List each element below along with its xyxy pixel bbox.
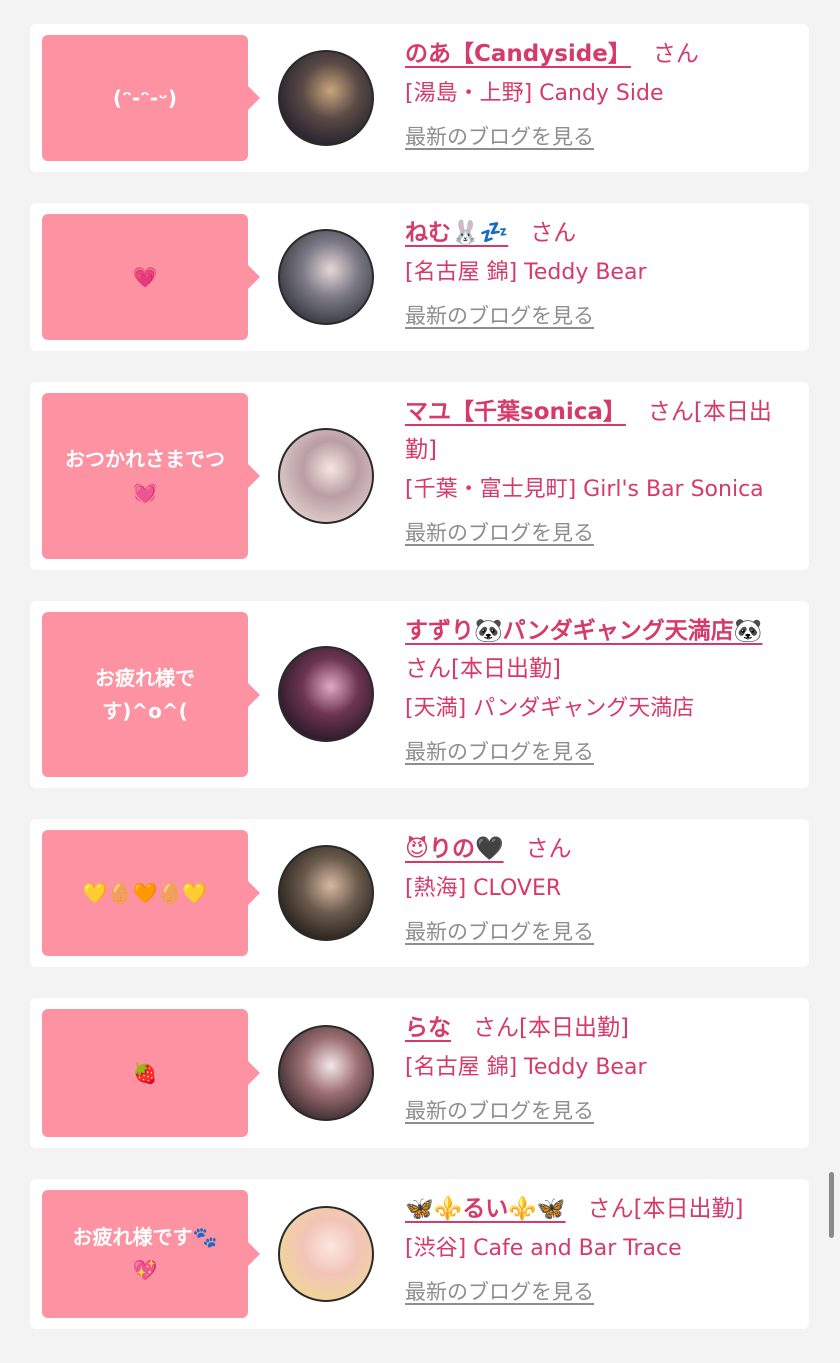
message-bubble: 💗 bbox=[42, 214, 260, 340]
profile-name-link[interactable]: マユ【千葉sonica】 bbox=[405, 399, 648, 425]
latest-blog-link[interactable]: 最新のブログを見る bbox=[405, 737, 594, 767]
message-bubble: 🍓 bbox=[42, 1009, 260, 1137]
name-line: らな さん[本日出勤] bbox=[405, 1009, 791, 1047]
honorific: さん bbox=[530, 220, 577, 246]
entry-info: らな さん[本日出勤] [名古屋 錦] Teddy Bear 最新のブログを見る bbox=[405, 1009, 791, 1126]
profile-name-link[interactable]: 😈りの🖤 bbox=[405, 836, 526, 862]
profile-name-link[interactable]: 🦋⚜️るい⚜️🦋 bbox=[405, 1196, 588, 1222]
profile-name-link[interactable]: ねむ🐰💤 bbox=[405, 220, 530, 246]
latest-blog-link[interactable]: 最新のブログを見る bbox=[405, 1277, 594, 1307]
shop-label: [熱海] CLOVER bbox=[405, 876, 562, 901]
honorific: さん bbox=[525, 836, 572, 862]
honorific: さん bbox=[652, 41, 699, 67]
entry-info: すずり🐼パンダギャング天満店🐼さん[本日出勤] [天満] パンダギャング天満店 … bbox=[405, 612, 791, 767]
message-bubble: お疲れ様です🐾 💖 bbox=[42, 1190, 260, 1318]
list-item: おつかれさまでつ 💓 マユ【千葉sonica】 さん[本日出勤] [千葉・富士見町… bbox=[30, 382, 809, 570]
shop-label: [渋谷] Cafe and Bar Trace bbox=[405, 1236, 682, 1261]
list-item: お疲れ様で す)^o^( すずり🐼パンダギャング天満店🐼 さん[本日出勤] [天満… bbox=[30, 601, 809, 788]
name-line: ねむ🐰💤 さん bbox=[405, 214, 791, 252]
entry-info: 😈りの🖤 さん [熱海] CLOVER 最新のブログを見る bbox=[405, 830, 791, 947]
latest-blog-link[interactable]: 最新のブログを見る bbox=[405, 1096, 594, 1126]
list-item: お疲れ様です🐾 💖 🦋⚜️るい⚜️🦋 さん[本日出勤] [渋谷] Cafe and… bbox=[30, 1179, 809, 1329]
list-item: 💗 ねむ🐰💤 さん [名古屋 錦] Teddy Bear 最新のブログを見る bbox=[30, 203, 809, 351]
entry-info: ねむ🐰💤 さん [名古屋 錦] Teddy Bear 最新のブログを見る bbox=[405, 214, 791, 331]
entry-info: 🦋⚜️るい⚜️🦋 さん[本日出勤] [渋谷] Cafe and Bar Trace… bbox=[405, 1190, 791, 1307]
profile-name-link[interactable]: すずり🐼パンダギャング天満店🐼 bbox=[405, 618, 784, 644]
scrollbar[interactable] bbox=[829, 1172, 834, 1238]
entry-info: マユ【千葉sonica】 さん[本日出勤] [千葉・富士見町] Girl's Ba… bbox=[405, 393, 791, 548]
list-item: 💛🥚🧡🥚💛 😈りの🖤 さん [熱海] CLOVER 最新のブログを見る bbox=[30, 819, 809, 967]
list-item: 🍓 らな さん[本日出勤] [名古屋 錦] Teddy Bear 最新のブログを見… bbox=[30, 998, 809, 1148]
name-line: のあ【Candyside】 さん bbox=[405, 35, 791, 73]
latest-blog-link[interactable]: 最新のブログを見る bbox=[405, 301, 594, 331]
latest-blog-link[interactable]: 最新のブログを見る bbox=[405, 917, 594, 947]
avatar[interactable] bbox=[278, 1025, 374, 1121]
name-line: 😈りの🖤 さん bbox=[405, 830, 791, 868]
message-list: (ᵔ-ᵔ-ᵕ) のあ【Candyside】 さん [湯島・上野] Candy Si… bbox=[30, 24, 809, 1360]
entry-info: のあ【Candyside】 さん [湯島・上野] Candy Side 最新のブロ… bbox=[405, 35, 791, 152]
profile-name-link[interactable]: らな bbox=[405, 1015, 473, 1041]
message-bubble: お疲れ様で す)^o^( bbox=[42, 612, 260, 777]
message-bubble: おつかれさまでつ 💓 bbox=[42, 393, 260, 559]
name-line: すずり🐼パンダギャング天満店🐼 さん[本日出勤] bbox=[405, 612, 791, 688]
latest-blog-link[interactable]: 最新のブログを見る bbox=[405, 518, 594, 548]
message-bubble: (ᵔ-ᵔ-ᵕ) bbox=[42, 35, 260, 161]
shop-label: [天満] パンダギャング天満店 bbox=[405, 696, 695, 721]
shop-label: [千葉・富士見町] Girl's Bar Sonica bbox=[405, 477, 764, 502]
latest-blog-link[interactable]: 最新のブログを見る bbox=[405, 122, 594, 152]
honorific: さん[本日出勤] bbox=[587, 1196, 744, 1222]
avatar[interactable] bbox=[278, 1206, 374, 1302]
honorific: さん[本日出勤] bbox=[473, 1015, 629, 1041]
list-item: (ᵔ-ᵔ-ᵕ) のあ【Candyside】 さん [湯島・上野] Candy Si… bbox=[30, 24, 809, 172]
avatar[interactable] bbox=[278, 50, 374, 146]
shop-label: [名古屋 錦] Teddy Bear bbox=[405, 1055, 647, 1080]
avatar[interactable] bbox=[278, 428, 374, 524]
profile-name-link[interactable]: のあ【Candyside】 bbox=[405, 41, 653, 67]
name-line: マユ【千葉sonica】 さん[本日出勤] bbox=[405, 393, 791, 469]
shop-label: [湯島・上野] Candy Side bbox=[405, 81, 664, 106]
name-line: 🦋⚜️るい⚜️🦋 さん[本日出勤] bbox=[405, 1190, 791, 1228]
avatar[interactable] bbox=[278, 229, 374, 325]
honorific: さん[本日出勤] bbox=[405, 656, 561, 682]
message-bubble: 💛🥚🧡🥚💛 bbox=[42, 830, 260, 956]
avatar[interactable] bbox=[278, 845, 374, 941]
avatar[interactable] bbox=[278, 646, 374, 742]
shop-label: [名古屋 錦] Teddy Bear bbox=[405, 260, 647, 285]
